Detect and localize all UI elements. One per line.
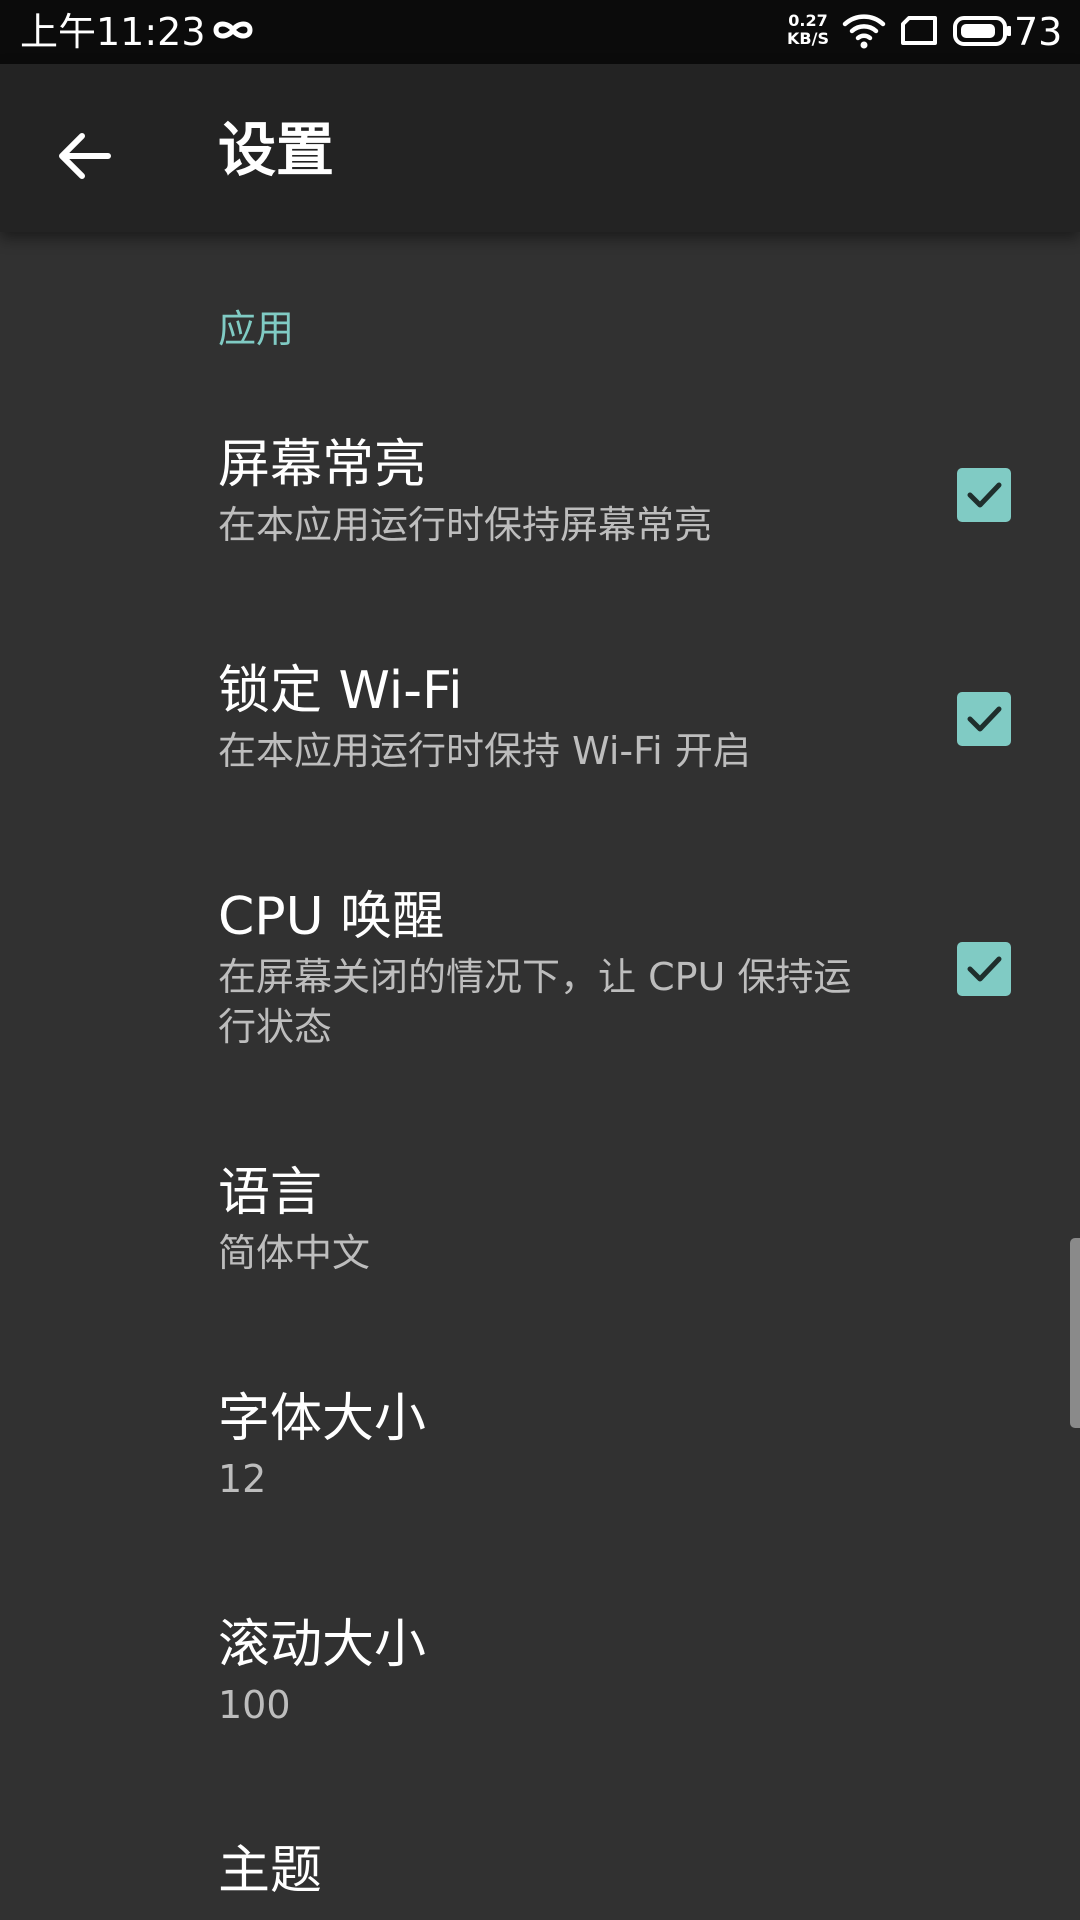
pref-title: CPU 唤醒 [218,887,445,947]
pref-title: 滚动大小 [218,1615,427,1675]
battery-icon [952,15,1012,51]
check-icon [967,956,1002,982]
check-icon [967,706,1002,732]
pref-summary: 在本应用运行时保持 Wi-Fi 开启 [218,729,751,773]
pref-summary: 100 [218,1683,291,1727]
status-bar: 上午11:23 0.27 KB/S 73 [0,0,1080,64]
arrow-back-icon [44,133,124,200]
check-icon [967,482,1002,508]
network-speed: 0.27 KB/S [783,12,833,48]
pref-summary: 在本应用运行时保持屏幕常亮 [218,503,713,547]
pref-font-size[interactable]: 字体大小 12 [0,1384,1080,1534]
status-time: 上午11:23 [20,10,206,54]
section-header: 应用 [218,307,295,351]
back-button[interactable] [44,116,124,196]
keep-screen-on-checkbox[interactable] [957,468,1011,522]
pref-title: 主题 [218,1841,323,1901]
pref-title: 语言 [218,1163,323,1223]
cpu-wake-checkbox[interactable] [957,942,1011,996]
pref-wifi-lock[interactable]: 锁定 Wi-Fi 在本应用运行时保持 Wi-Fi 开启 [0,656,1080,806]
pref-title: 屏幕常亮 [218,435,427,495]
pref-summary: 12 [218,1457,267,1501]
pref-summary: 简体中文 [218,1231,371,1275]
network-speed-unit: KB/S [787,29,829,48]
pref-title: 锁定 Wi-Fi [218,661,463,721]
pref-cpu-wake[interactable]: CPU 唤醒 在屏幕关闭的情况下，让 CPU 保持运行状态 [0,882,1080,1062]
screen-icon [900,16,938,50]
page-title: 设置 [218,116,335,184]
infinity-icon [210,14,256,50]
pref-theme[interactable]: 主题 [0,1836,1080,1920]
pref-keep-screen-on[interactable]: 屏幕常亮 在本应用运行时保持屏幕常亮 [0,430,1080,580]
wifi-lock-checkbox[interactable] [957,692,1011,746]
pref-scroll-size[interactable]: 滚动大小 100 [0,1610,1080,1760]
scrollbar[interactable] [1070,1238,1080,1428]
pref-title: 字体大小 [218,1389,427,1449]
pref-summary: 在屏幕关闭的情况下，让 CPU 保持运行状态 [218,955,852,1049]
pref-language[interactable]: 语言 简体中文 [0,1158,1080,1308]
wifi-icon [842,12,886,54]
battery-level: 73 [1014,10,1063,54]
app-bar: 设置 [0,64,1080,232]
network-speed-value: 0.27 [788,11,828,30]
